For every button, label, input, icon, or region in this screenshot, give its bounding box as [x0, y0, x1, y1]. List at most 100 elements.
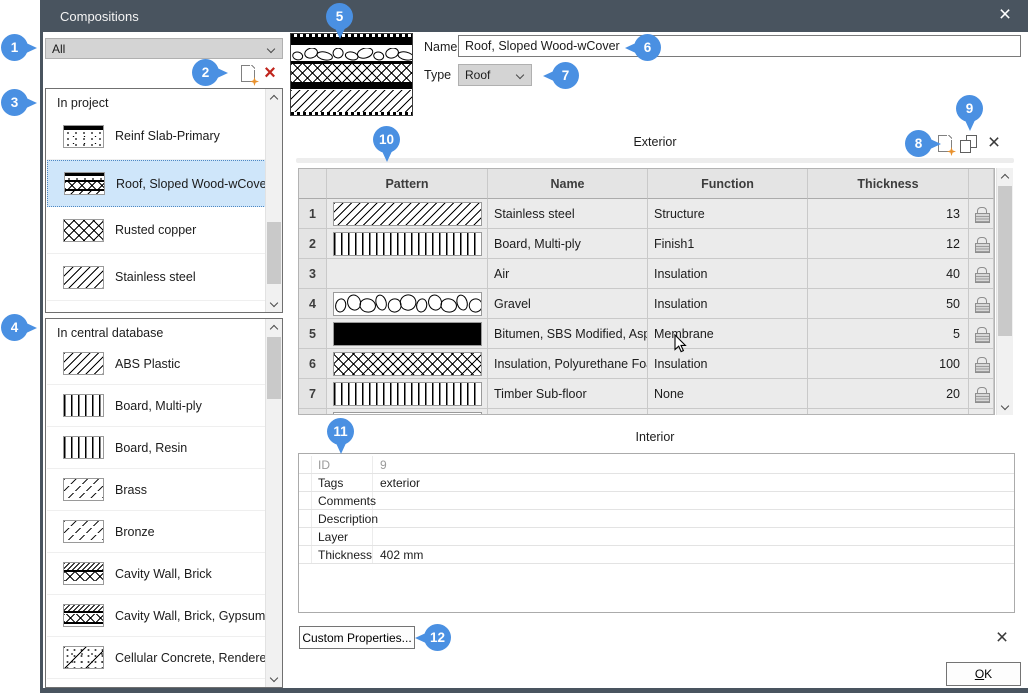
property-row-id[interactable]: ID 9 — [299, 456, 1014, 474]
scroll-up-icon[interactable] — [997, 168, 1013, 184]
list-item[interactable]: Bronze — [47, 511, 266, 553]
project-list-scrollbar[interactable] — [265, 89, 282, 312]
property-value[interactable]: exterior — [373, 476, 420, 490]
list-item[interactable]: Reinf Slab-Primary — [47, 113, 266, 160]
function-cell[interactable]: Insulation — [648, 289, 808, 319]
name-cell[interactable]: Board, Multi-ply — [488, 229, 648, 259]
name-cell[interactable]: Insulation, Polyurethane Foam — [488, 349, 648, 379]
delete-composition-button[interactable]: × — [261, 63, 279, 82]
header-cell-function[interactable]: Function — [648, 169, 808, 199]
pattern-cell[interactable] — [327, 409, 488, 415]
scrollbar-thumb[interactable] — [267, 337, 281, 399]
thickness-cell[interactable]: 5 — [808, 319, 969, 349]
close-icon[interactable]: × — [990, 0, 1020, 32]
thickness-cell[interactable]: 100 — [808, 349, 969, 379]
name-cell[interactable]: Gravel — [488, 289, 648, 319]
list-item[interactable]: Rusted copper — [47, 207, 266, 254]
table-row[interactable]: 3 Air Insulation 40 — [299, 259, 994, 289]
pattern-cell[interactable] — [327, 259, 488, 289]
lock-cell[interactable] — [969, 199, 994, 229]
table-scrollbar[interactable] — [996, 168, 1013, 415]
thickness-cell[interactable]: 12 — [808, 229, 969, 259]
scrollbar-thumb[interactable] — [267, 222, 281, 284]
ok-button[interactable]: OK — [946, 662, 1021, 686]
header-cell-thickness[interactable]: Thickness — [808, 169, 969, 199]
thickness-cell[interactable]: 20 — [808, 379, 969, 409]
pattern-cell[interactable] — [327, 229, 488, 259]
thickness-cell[interactable]: 13 — [808, 199, 969, 229]
name-label: Name — [424, 40, 457, 54]
lock-cell[interactable] — [969, 289, 994, 319]
list-item[interactable]: Brass — [47, 469, 266, 511]
pattern-cell[interactable] — [327, 319, 488, 349]
header-cell-name[interactable]: Name — [488, 169, 648, 199]
table-row[interactable]: 7 Timber Sub-floor None 20 — [299, 379, 994, 409]
filter-dropdown[interactable]: All — [45, 38, 283, 59]
property-row-tags[interactable]: Tags exterior — [299, 474, 1014, 492]
property-row-thickness[interactable]: Thickness 402 mm — [299, 546, 1014, 564]
function-cell[interactable]: None — [648, 379, 808, 409]
list-item[interactable]: ABS Plastic — [47, 343, 266, 385]
table-row[interactable]: 6 Insulation, Polyurethane Foam Insulati… — [299, 349, 994, 379]
copy-layer-button[interactable] — [959, 134, 978, 153]
delete-side-button[interactable]: × — [992, 628, 1012, 648]
table-row[interactable]: 5 Bitumen, SBS Modified, Asphalt Membran… — [299, 319, 994, 349]
custom-properties-button[interactable]: Custom Properties... — [299, 626, 415, 649]
scroll-down-icon[interactable] — [997, 399, 1013, 415]
function-cell[interactable] — [648, 409, 808, 415]
delete-layer-button[interactable]: × — [985, 133, 1003, 152]
table-row[interactable]: 4 Gravel Insulation 50 — [299, 289, 994, 319]
new-composition-button[interactable] — [239, 64, 257, 83]
list-item[interactable]: Board, Multi-ply — [47, 385, 266, 427]
list-item-selected[interactable]: Roof, Sloped Wood-wCover — [47, 160, 266, 207]
name-cell[interactable] — [488, 409, 648, 415]
list-item[interactable]: Cavity Wall, Brick — [47, 553, 266, 595]
thickness-cell[interactable]: 50 — [808, 289, 969, 319]
name-cell[interactable]: Timber Sub-floor — [488, 379, 648, 409]
lock-cell[interactable] — [969, 349, 994, 379]
pattern-cell[interactable] — [327, 349, 488, 379]
lock-cell[interactable] — [969, 409, 994, 415]
function-cell[interactable]: Insulation — [648, 259, 808, 289]
list-item[interactable] — [47, 679, 266, 688]
thickness-cell[interactable] — [808, 409, 969, 415]
lock-cell[interactable] — [969, 319, 994, 349]
thickness-cell[interactable]: 40 — [808, 259, 969, 289]
lock-cell[interactable] — [969, 229, 994, 259]
name-cell[interactable]: Air — [488, 259, 648, 289]
scroll-down-icon[interactable] — [266, 671, 282, 687]
function-cell[interactable]: Structure — [648, 199, 808, 229]
table-row[interactable]: 2 Board, Multi-ply Finish1 12 — [299, 229, 994, 259]
function-cell[interactable]: Insulation — [648, 349, 808, 379]
list-item-label: Board, Resin — [115, 441, 187, 455]
table-row-partial[interactable] — [299, 409, 994, 415]
lock-cell[interactable] — [969, 259, 994, 289]
name-input[interactable] — [458, 35, 1021, 57]
type-dropdown[interactable]: Roof — [458, 64, 532, 86]
mouse-cursor — [674, 334, 687, 356]
scroll-down-icon[interactable] — [266, 296, 282, 312]
scroll-up-icon[interactable] — [266, 89, 282, 105]
function-cell[interactable]: Finish1 — [648, 229, 808, 259]
lock-cell[interactable] — [969, 379, 994, 409]
pattern-cell[interactable] — [327, 379, 488, 409]
pattern-cell[interactable] — [327, 289, 488, 319]
pattern-cell[interactable] — [327, 199, 488, 229]
list-item[interactable]: Board, Resin — [47, 427, 266, 469]
callout-badge-3: 3 — [1, 89, 28, 116]
property-row-layer[interactable]: Layer — [299, 528, 1014, 546]
scrollbar-thumb[interactable] — [998, 186, 1012, 336]
header-cell-pattern[interactable]: Pattern — [327, 169, 488, 199]
property-row-comments[interactable]: Comments — [299, 492, 1014, 510]
property-row-description[interactable]: Description — [299, 510, 1014, 528]
db-list-scrollbar[interactable] — [265, 319, 282, 687]
list-item[interactable]: Stainless steel — [47, 254, 266, 301]
name-cell[interactable]: Bitumen, SBS Modified, Asphalt — [488, 319, 648, 349]
row-gutter — [299, 528, 312, 545]
list-item[interactable]: Cavity Wall, Brick, Gypsum — [47, 595, 266, 637]
function-cell[interactable]: Membrane — [648, 319, 808, 349]
name-cell[interactable]: Stainless steel — [488, 199, 648, 229]
scroll-up-icon[interactable] — [266, 319, 282, 335]
list-item[interactable]: Cellular Concrete, Rendered — [47, 637, 266, 679]
table-row[interactable]: 1 Stainless steel Structure 13 — [299, 199, 994, 229]
